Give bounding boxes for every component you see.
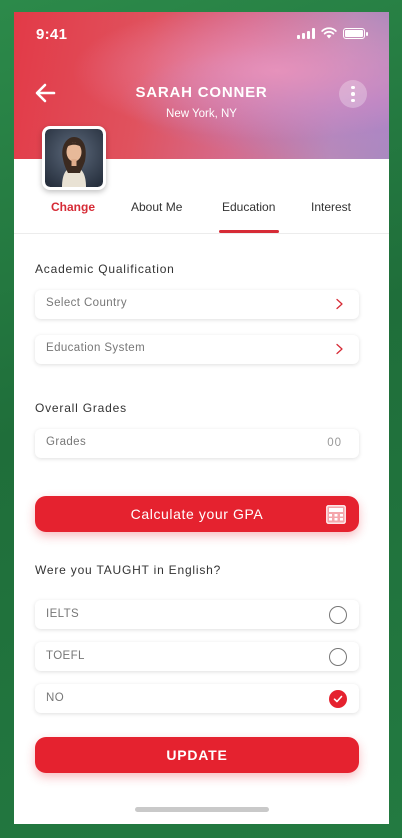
tab-interest[interactable]: Interest — [311, 200, 351, 214]
profile-name: SARAH CONNER — [135, 84, 268, 101]
profile-location: New York, NY — [166, 108, 237, 120]
option-no[interactable]: NO — [35, 684, 359, 713]
radio-unchecked-icon[interactable] — [329, 606, 347, 624]
radio-unchecked-icon[interactable] — [329, 648, 347, 666]
option-ielts-label: IELTS — [46, 608, 80, 620]
avatar[interactable] — [42, 126, 106, 190]
more-vertical-icon — [351, 85, 355, 90]
tab-about-me[interactable]: About Me — [131, 200, 182, 214]
home-indicator[interactable] — [135, 807, 269, 812]
option-toefl-label: TOEFL — [46, 650, 85, 662]
active-tab-indicator — [219, 230, 279, 233]
taught-in-english-question: Were you TAUGHT in English? — [35, 563, 222, 577]
academic-qualification-heading: Academic Qualification — [35, 262, 175, 276]
select-country-placeholder: Select Country — [46, 297, 128, 309]
tab-education[interactable]: Education — [222, 200, 275, 214]
signal-icon — [297, 27, 315, 39]
update-button-label: UPDATE — [166, 747, 228, 763]
overall-grades-heading: Overall Grades — [35, 401, 127, 415]
grades-input[interactable]: Grades 00 — [35, 429, 359, 458]
option-ielts[interactable]: IELTS — [35, 600, 359, 629]
radio-checked-icon[interactable] — [329, 690, 347, 708]
option-toefl[interactable]: TOEFL — [35, 642, 359, 671]
more-options-button[interactable] — [339, 80, 367, 108]
calculator-icon — [326, 505, 346, 524]
phone-screen: 9:41 SARAH CONNER New York, NY Change Ab… — [14, 12, 389, 824]
status-bar: 9:41 — [14, 12, 389, 56]
chevron-right-icon — [336, 343, 343, 355]
update-button[interactable]: UPDATE — [35, 737, 359, 773]
grades-label: Grades — [46, 436, 87, 448]
calculate-gpa-button[interactable]: Calculate your GPA — [35, 496, 359, 532]
calculate-gpa-label: Calculate your GPA — [130, 506, 264, 522]
option-no-label: NO — [46, 692, 65, 704]
battery-icon — [343, 27, 368, 39]
grades-value: 00 — [327, 437, 342, 449]
education-system-placeholder: Education System — [46, 342, 146, 354]
checkmark-icon — [333, 695, 343, 703]
change-photo-link[interactable]: Change — [51, 200, 95, 214]
chevron-right-icon — [336, 298, 343, 310]
select-country-field[interactable]: Select Country — [35, 290, 359, 319]
education-system-field[interactable]: Education System — [35, 335, 359, 364]
profile-tabs: Change About Me Education Interest — [14, 196, 389, 234]
status-time: 9:41 — [36, 26, 68, 43]
status-icons — [297, 27, 368, 39]
wifi-icon — [321, 27, 337, 39]
